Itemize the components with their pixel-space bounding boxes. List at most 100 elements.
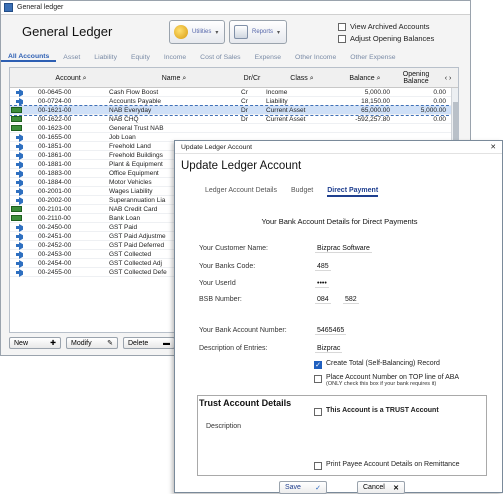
- adjust-opening-checkbox[interactable]: [338, 34, 346, 43]
- bank-account-field[interactable]: 5465465: [315, 327, 347, 335]
- money-icon[interactable]: [11, 115, 23, 124]
- gl-titlebar: General ledger: [1, 1, 470, 15]
- column-header-drcr[interactable]: Dr/Cr: [239, 68, 265, 88]
- money-icon[interactable]: [11, 214, 23, 223]
- banks-code-field[interactable]: 485: [315, 263, 331, 271]
- arrow-right-icon[interactable]: [11, 259, 23, 268]
- place-account-checkbox[interactable]: [314, 374, 322, 383]
- arrow-right-icon[interactable]: [11, 133, 23, 142]
- arrow-right-icon[interactable]: [11, 268, 23, 277]
- money-icon[interactable]: [11, 106, 23, 115]
- cancel-label: Cancel: [363, 484, 385, 491]
- close-icon[interactable]: ✕: [490, 143, 496, 151]
- arrow-right-icon[interactable]: [11, 160, 23, 169]
- bsb-field-1[interactable]: 084: [315, 296, 331, 304]
- tab-direct-payment[interactable]: Direct Payment: [327, 187, 379, 197]
- trust-account-title: Trust Account Details: [199, 398, 292, 408]
- arrow-right-icon[interactable]: [11, 232, 23, 241]
- section-title: Your Bank Account Details for Direct Pay…: [261, 217, 418, 226]
- arrow-right-icon[interactable]: [11, 88, 23, 97]
- arrow-right-icon[interactable]: [11, 223, 23, 232]
- cancel-button[interactable]: Cancel ✕: [357, 481, 405, 494]
- cell-opening-balance: 0.00: [433, 98, 446, 105]
- new-button[interactable]: New ✚: [9, 337, 61, 349]
- tab-other-income[interactable]: Other Income: [288, 54, 343, 61]
- tab-liability[interactable]: Liability: [87, 54, 124, 61]
- cell-name: NAB CHQ: [109, 116, 139, 123]
- banks-code-label: Your Banks Code:: [199, 263, 256, 270]
- cell-balance: -592,257.80: [355, 116, 390, 123]
- money-icon[interactable]: [11, 205, 23, 214]
- search-icon: ⌕: [309, 74, 314, 82]
- column-scroll-arrows[interactable]: ‹ ›: [440, 68, 456, 88]
- cell-name: Cash Flow Boost: [109, 89, 159, 96]
- tab-equity[interactable]: Equity: [124, 54, 157, 61]
- cell-opening-balance: 0.00: [433, 116, 446, 123]
- tab-all-accounts[interactable]: All Accounts: [1, 53, 57, 62]
- userid-label: Your UserId: [199, 280, 236, 287]
- column-header-opening-balance[interactable]: Opening Balance: [394, 68, 438, 88]
- gl-header: General Ledger Utilities ▾ Reports ▾ Vie…: [1, 16, 470, 48]
- utilities-button[interactable]: Utilities ▾: [169, 20, 225, 44]
- table-row[interactable]: 00-1621-00 NAB Everyday Dr Current Asset 65,…: [10, 105, 458, 116]
- arrow-right-icon[interactable]: [11, 151, 23, 160]
- view-archived-toggle[interactable]: View Archived Accounts: [338, 22, 430, 31]
- arrow-right-icon[interactable]: [11, 196, 23, 205]
- create-total-option[interactable]: ✓ Create Total (Self-Balancing) Record: [314, 360, 440, 369]
- cell-balance: 5,000.00: [364, 89, 390, 96]
- print-payee-option[interactable]: Print Payee Account Details on Remittanc…: [314, 461, 459, 470]
- modify-button[interactable]: Modify ✎: [66, 337, 118, 349]
- tab-cost-of-sales[interactable]: Cost of Sales: [193, 54, 247, 61]
- column-header-class[interactable]: Class ⌕: [266, 68, 338, 88]
- userid-field[interactable]: ••••: [315, 280, 329, 288]
- tab-income[interactable]: Income: [157, 54, 193, 61]
- table-row[interactable]: 00-0724-00 Accounts Payable Cr Liability 18,…: [10, 97, 458, 106]
- arrow-right-icon[interactable]: [11, 178, 23, 187]
- cell-account: 00-1851-00: [38, 143, 72, 150]
- money-icon[interactable]: [11, 124, 23, 133]
- create-total-checkbox[interactable]: ✓: [314, 360, 322, 369]
- view-archived-checkbox[interactable]: [338, 22, 346, 31]
- search-icon: ⌕: [376, 74, 381, 82]
- cell-opening-balance: 0.00: [433, 89, 446, 96]
- column-header-balance[interactable]: Balance ⌕: [340, 68, 390, 88]
- cell-class: [266, 124, 338, 133]
- adjust-opening-toggle[interactable]: Adjust Opening Balances: [338, 34, 434, 43]
- tab-ledger-account-details[interactable]: Ledger Account Details: [205, 187, 277, 197]
- tab-asset[interactable]: Asset: [56, 54, 87, 61]
- cell-account: 00-1621-00: [38, 107, 72, 114]
- arrow-right-icon[interactable]: [11, 187, 23, 196]
- tab-expense[interactable]: Expense: [248, 54, 288, 61]
- modify-label: Modify: [71, 339, 92, 347]
- table-row[interactable]: 00-1622-00 NAB CHQ Dr Current Asset -592,257…: [10, 115, 458, 124]
- delete-label: Delete: [128, 339, 149, 347]
- delete-button[interactable]: Delete ▬: [123, 337, 175, 349]
- trust-description-label: Description: [206, 423, 242, 430]
- print-payee-checkbox[interactable]: [314, 461, 322, 470]
- arrow-right-icon[interactable]: [11, 142, 23, 151]
- table-row[interactable]: 00-0645-00 Cash Flow Boost Cr Income 5,000.0…: [10, 88, 458, 97]
- arrow-right-icon[interactable]: [11, 250, 23, 259]
- customer-name-field[interactable]: Bizprac Software: [315, 245, 372, 253]
- arrow-right-icon[interactable]: [11, 241, 23, 250]
- cell-account: 00-1883-00: [38, 170, 72, 177]
- tab-other-expense[interactable]: Other Expense: [343, 54, 402, 61]
- save-button[interactable]: Save ✓: [279, 481, 327, 494]
- description-entries-field[interactable]: Bizprac: [315, 345, 343, 353]
- table-header: Account ⌕ Name ⌕ Dr/Cr Class ⌕ Balance ⌕…: [10, 68, 458, 88]
- dialog-titlebar: Update Ledger Account ✕: [175, 141, 502, 154]
- column-header-name[interactable]: Name ⌕: [109, 68, 239, 88]
- place-account-option[interactable]: Place Account Number on TOP line of ABA …: [314, 374, 459, 387]
- bsb-label: BSB Number:: [199, 296, 242, 303]
- bsb-field-2[interactable]: 582: [343, 296, 359, 304]
- trust-account-option[interactable]: This Account is a TRUST Account: [314, 407, 439, 416]
- adjust-opening-label: Adjust Opening Balances: [350, 34, 435, 43]
- cell-opening-balance: [396, 124, 446, 133]
- column-header-account[interactable]: Account ⌕: [36, 68, 106, 88]
- trust-account-checkbox[interactable]: [314, 407, 322, 416]
- reports-button[interactable]: Reports ▾: [229, 20, 287, 44]
- arrow-right-icon[interactable]: [11, 97, 23, 106]
- table-row[interactable]: 00-1623-00 General Trust NAB: [10, 124, 458, 133]
- tab-budget[interactable]: Budget: [291, 187, 313, 197]
- arrow-right-icon[interactable]: [11, 169, 23, 178]
